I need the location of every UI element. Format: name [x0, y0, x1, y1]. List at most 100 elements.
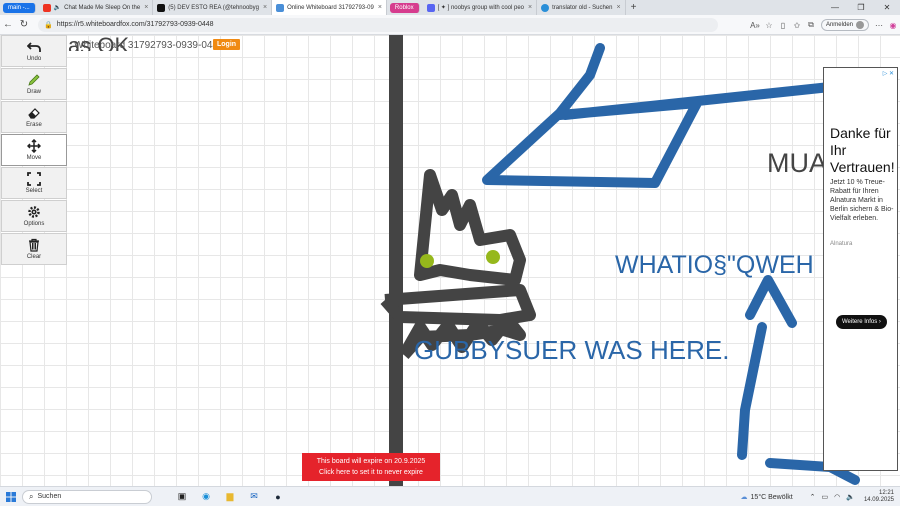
- undo-icon: [27, 42, 41, 52]
- green-eye-right: [486, 250, 500, 264]
- move-icon: [27, 139, 41, 153]
- move-button[interactable]: Move: [1, 134, 67, 166]
- taskbar-search[interactable]: ⌕ Suchen: [22, 489, 152, 504]
- gray-stroke-cat-head: [414, 169, 526, 286]
- ad-panel[interactable]: ▷ ✕ Danke für Ihr Vertrauen! Jetzt 10 % …: [823, 67, 898, 471]
- more-menu-icon[interactable]: ⋯: [872, 21, 886, 30]
- ad-headline: Danke für Ihr Vertrauen!: [830, 125, 895, 175]
- weather-desc: Bewölkt: [768, 493, 793, 501]
- favorite-star-icon[interactable]: ☆: [762, 21, 776, 30]
- file-explorer-icon[interactable]: ▆: [220, 490, 240, 504]
- address-bar-actions: A» ☆ ▯ ✩ ⧉ Anmelden ⋯ ◉: [748, 17, 900, 33]
- discord-icon: [426, 3, 435, 12]
- network-icon[interactable]: ▭: [822, 493, 829, 501]
- tab-whiteboard[interactable]: Online Whiteboard 31792793-09 ×: [272, 0, 387, 15]
- speaker-icon: 🔈: [53, 5, 62, 11]
- tab-youtube[interactable]: 🔈 Chat Made Me Sleep On the ×: [39, 0, 154, 15]
- tab-bing[interactable]: translator old - Suchen ×: [537, 0, 626, 15]
- canvas-text-gubby: GUBBYSUER WAS HERE.: [414, 335, 730, 365]
- tab-label: Online Whiteboard 31792793-09: [287, 4, 374, 11]
- search-icon: [541, 3, 550, 12]
- adchoices-icon[interactable]: ▷ ✕: [883, 70, 894, 77]
- system-tray: ☁ 15°C Bewölkt ⌃ ▭ ◠ 🔈 12:21 14.09.2025: [741, 488, 894, 506]
- options-button[interactable]: Options: [1, 200, 67, 232]
- maximize-icon[interactable]: ❐: [848, 0, 874, 15]
- tab-group-roblox[interactable]: Roblox: [389, 2, 420, 13]
- tool-label: Undo: [26, 56, 42, 62]
- new-tab-button[interactable]: +: [626, 2, 642, 13]
- close-icon[interactable]: ×: [528, 4, 532, 11]
- login-button[interactable]: Login: [213, 39, 241, 50]
- weather-temp: 15°C: [750, 493, 767, 501]
- draw-button[interactable]: Draw: [1, 68, 67, 100]
- trash-icon: [29, 238, 39, 252]
- erase-button[interactable]: Erase: [1, 101, 67, 133]
- task-view-icon[interactable]: ▣: [172, 490, 192, 504]
- signin-button[interactable]: Anmelden: [820, 19, 869, 31]
- tool-label: Clear: [26, 254, 42, 260]
- expire-line-1: This board will expire on 20.9.2025: [316, 458, 426, 465]
- close-icon[interactable]: ×: [144, 4, 148, 11]
- clock-date: 14.09.2025: [863, 497, 894, 503]
- ad-cta-button[interactable]: Weitere Infos ›: [836, 315, 887, 329]
- clock[interactable]: 12:21 14.09.2025: [864, 490, 894, 504]
- url-text: https://r5.whiteboardfox.com/31792793-09…: [56, 21, 214, 28]
- url-field[interactable]: 🔒 https://r5.whiteboardfox.com/31792793-0…: [38, 17, 718, 32]
- tool-label: Move: [26, 155, 42, 161]
- undo-button[interactable]: Undo: [1, 35, 67, 67]
- close-icon[interactable]: ×: [616, 4, 620, 11]
- ad-body: Jetzt 10 % Treue-Rabatt für Ihren Alnatu…: [830, 179, 894, 222]
- cloud-icon: ☁: [740, 494, 748, 501]
- read-aloud-icon[interactable]: A»: [748, 21, 762, 30]
- weather-widget[interactable]: ☁ 15°C Bewölkt: [740, 493, 793, 502]
- clear-button[interactable]: Clear: [1, 233, 67, 265]
- tab-label: (5) DEV ESTO REA (@tehnoobyg: [168, 4, 259, 11]
- minimize-icon[interactable]: —: [822, 0, 848, 15]
- eraser-icon: [28, 108, 40, 119]
- browser-tab-strip: main -... 🔈 Chat Made Me Sleep On the × (5…: [0, 0, 900, 15]
- tab-x[interactable]: (5) DEV ESTO REA (@tehnoobyg ×: [153, 0, 273, 15]
- edge-icon[interactable]: ◉: [196, 490, 216, 504]
- whiteboard-icon: [276, 3, 285, 12]
- windows-logo-icon: [6, 491, 16, 502]
- taskbar: ⌕ Suchen ▣ ◉ ▆ ✉ ● ☁ 15°C Bewölkt ⌃ ▭ ◠ 🔈 …: [0, 486, 900, 506]
- tab-discord[interactable]: [ ✦ ] noobys group with cool peo ×: [423, 0, 538, 15]
- x-logo-icon: [157, 3, 166, 12]
- steam-icon[interactable]: ●: [268, 490, 288, 504]
- pencil-icon: [28, 74, 40, 86]
- lock-icon: 🔒: [44, 21, 53, 29]
- volume-icon[interactable]: 🔈: [846, 493, 855, 501]
- refresh-icon[interactable]: ↻: [16, 19, 32, 30]
- start-button[interactable]: [0, 491, 22, 502]
- tab-label: translator old - Suchen: [552, 4, 613, 11]
- close-icon[interactable]: ×: [263, 4, 267, 11]
- tool-label: Erase: [26, 122, 42, 128]
- taskbar-apps: ▣ ◉ ▆ ✉ ●: [172, 490, 292, 504]
- whiteboard-title: Whiteboard 31792793-0939-0448: [74, 40, 224, 51]
- canvas-text-whatio: WHATIO§"QWEH: [615, 251, 814, 279]
- tab-group-main[interactable]: main -...: [3, 2, 36, 13]
- ad-brand: Alnatura: [830, 241, 853, 247]
- tool-label: Draw: [26, 89, 41, 95]
- collections-icon[interactable]: ⧉: [804, 20, 818, 30]
- tool-label: Options: [23, 221, 45, 227]
- clock-time: 12:21: [878, 490, 894, 496]
- expire-banner[interactable]: This board will expire on 20.9.2025 Clic…: [302, 453, 440, 481]
- favorites-icon[interactable]: ✩: [790, 21, 804, 30]
- gear-icon: [28, 206, 40, 218]
- split-screen-icon[interactable]: ▯: [776, 21, 790, 30]
- tab-label: main -...: [8, 4, 30, 11]
- close-icon[interactable]: ×: [378, 4, 382, 11]
- select-button[interactable]: Select: [1, 167, 67, 199]
- close-window-icon[interactable]: ✕: [874, 0, 900, 15]
- search-icon: ⌕: [29, 491, 34, 501]
- chevron-up-icon[interactable]: ⌃: [810, 493, 816, 501]
- back-icon[interactable]: ←: [0, 19, 16, 30]
- copilot-icon[interactable]: ◉: [886, 21, 900, 30]
- window-controls: — ❐ ✕: [822, 0, 900, 15]
- canvas-text-mua: MUA: [767, 148, 827, 178]
- outlook-icon[interactable]: ✉: [244, 490, 264, 504]
- address-bar-row: ← ↻ 🔒 https://r5.whiteboardfox.com/317927…: [0, 15, 900, 35]
- wifi-icon[interactable]: ◠: [834, 493, 840, 501]
- select-icon: [27, 172, 41, 186]
